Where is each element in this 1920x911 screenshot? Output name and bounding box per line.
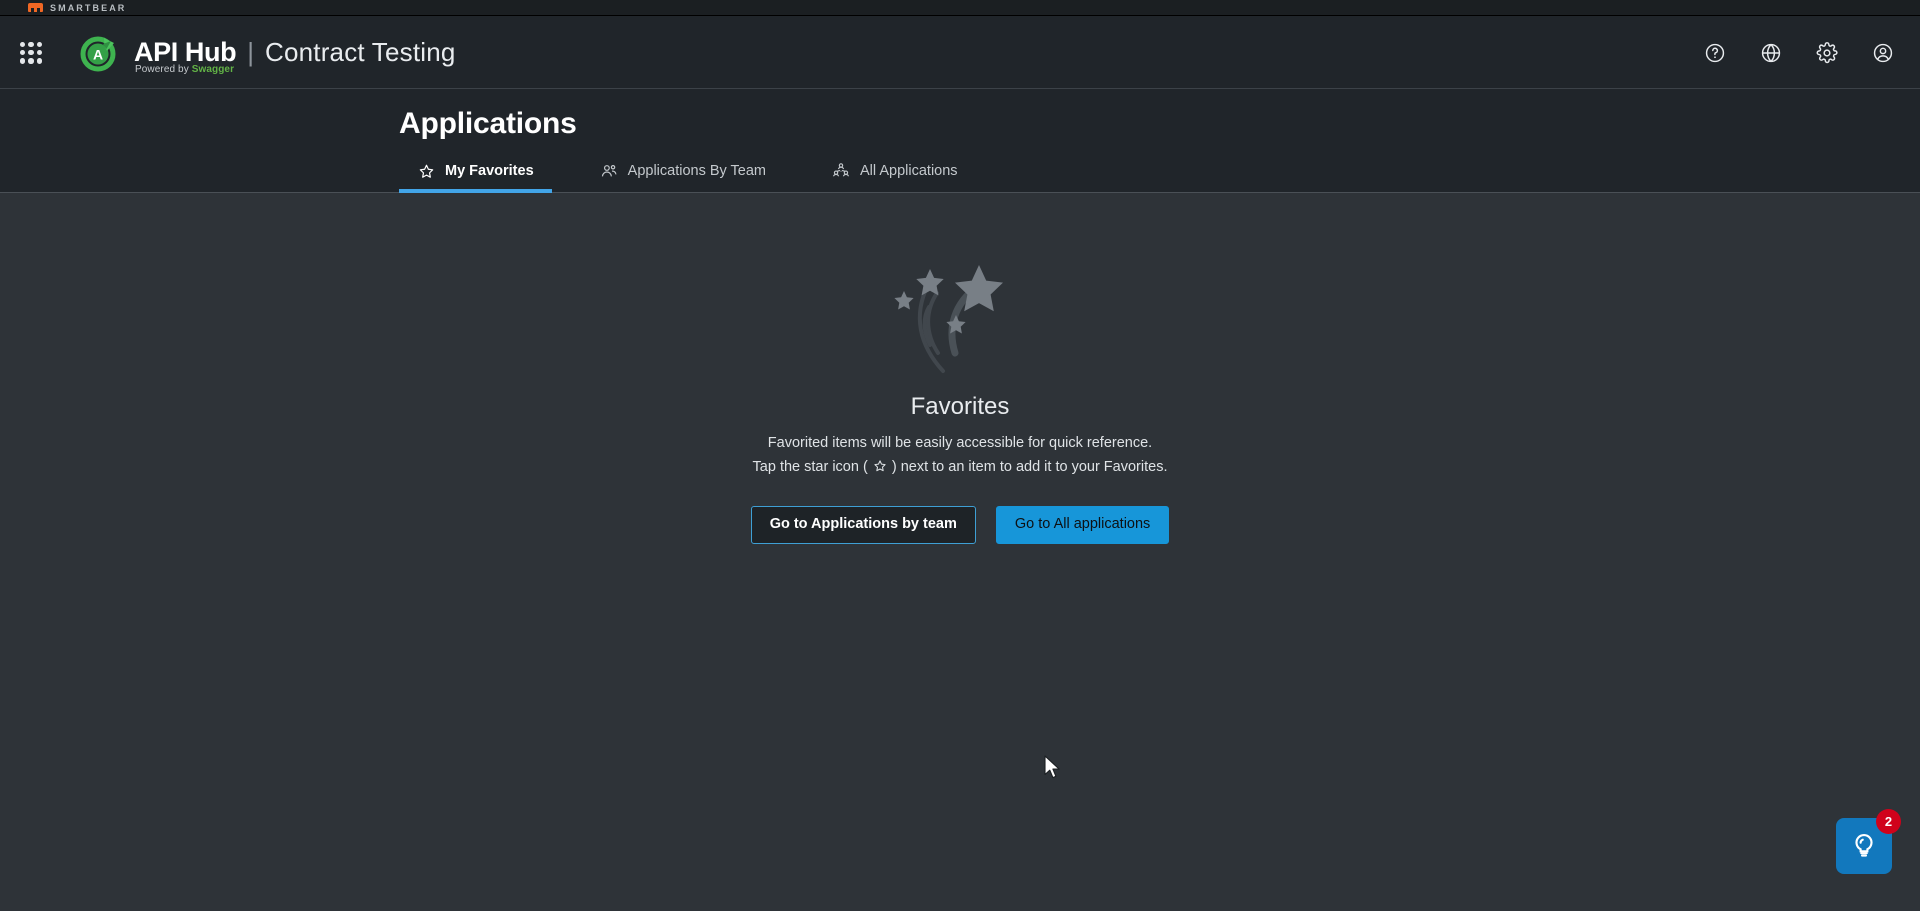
tab-all-applications[interactable]: All Applications bbox=[814, 150, 976, 192]
tab-my-favorites[interactable]: My Favorites bbox=[399, 150, 552, 193]
smartbear-logo-icon bbox=[28, 3, 43, 12]
tab-label: My Favorites bbox=[445, 162, 534, 179]
help-icon[interactable] bbox=[1700, 38, 1730, 68]
empty-state-actions: Go to Applications by team Go to All app… bbox=[750, 506, 1170, 544]
powered-by-prefix: Powered by bbox=[135, 64, 189, 75]
apps-grid-icon[interactable] bbox=[10, 32, 52, 74]
product-name-primary: API Hub bbox=[134, 37, 237, 67]
brand-block[interactable]: A API Hub | Contract Testing Powered by … bbox=[78, 32, 456, 75]
user-account-icon[interactable] bbox=[1868, 38, 1898, 68]
vendor-strip: SMARTBEAR bbox=[0, 0, 1920, 16]
tab-bar: My Favorites Applications By Team All Ap… bbox=[0, 141, 1920, 193]
empty-state-hint-suffix: ) next to an item to add it to your Favo… bbox=[887, 459, 1168, 476]
globe-icon[interactable] bbox=[1756, 38, 1786, 68]
product-name-secondary: Contract Testing bbox=[264, 37, 456, 67]
svg-text:A: A bbox=[93, 46, 103, 62]
shooting-stars-illustration-icon bbox=[885, 249, 1035, 377]
empty-state-description-line-2: Tap the star icon ( ) next to an item to… bbox=[753, 457, 1168, 480]
vendor-name: SMARTBEAR bbox=[50, 2, 127, 13]
page-header: Applications bbox=[0, 89, 1920, 141]
help-widget-badge: 2 bbox=[1876, 809, 1901, 834]
brand-separator: | bbox=[247, 37, 254, 67]
go-to-applications-by-team-button[interactable]: Go to Applications by team bbox=[750, 506, 976, 544]
help-widget-button[interactable]: 2 bbox=[1836, 809, 1901, 874]
tab-label: Applications By Team bbox=[627, 162, 767, 179]
tab-label: All Applications bbox=[860, 162, 958, 179]
powered-by-label: Powered by Swagger bbox=[135, 64, 234, 75]
lightbulb-icon bbox=[1849, 829, 1879, 864]
empty-state: Favorites Favorited items will be easily… bbox=[0, 249, 1920, 544]
go-to-all-applications-button[interactable]: Go to All applications bbox=[995, 506, 1170, 544]
empty-state-title: Favorites bbox=[910, 393, 1010, 420]
tab-applications-by-team[interactable]: Applications By Team bbox=[582, 150, 784, 192]
org-hierarchy-icon bbox=[832, 162, 850, 180]
api-hub-circle-logo-icon: A bbox=[78, 32, 120, 74]
star-outline-icon bbox=[873, 459, 887, 480]
empty-state-description-line-1: Favorited items will be easily accessibl… bbox=[767, 435, 1153, 451]
powered-by-brand: Swagger bbox=[191, 64, 235, 75]
main-content: Favorites Favorited items will be easily… bbox=[0, 193, 1920, 898]
gear-icon[interactable] bbox=[1812, 38, 1842, 68]
empty-state-hint-prefix: Tap the star icon ( bbox=[752, 459, 872, 476]
star-outline-icon bbox=[417, 162, 435, 180]
page-title: Applications bbox=[399, 107, 577, 140]
top-navigation-bar: A API Hub | Contract Testing Powered by … bbox=[0, 16, 1920, 89]
team-people-icon bbox=[600, 162, 618, 180]
mouse-cursor bbox=[1043, 755, 1063, 786]
topbar-actions bbox=[1700, 38, 1898, 68]
